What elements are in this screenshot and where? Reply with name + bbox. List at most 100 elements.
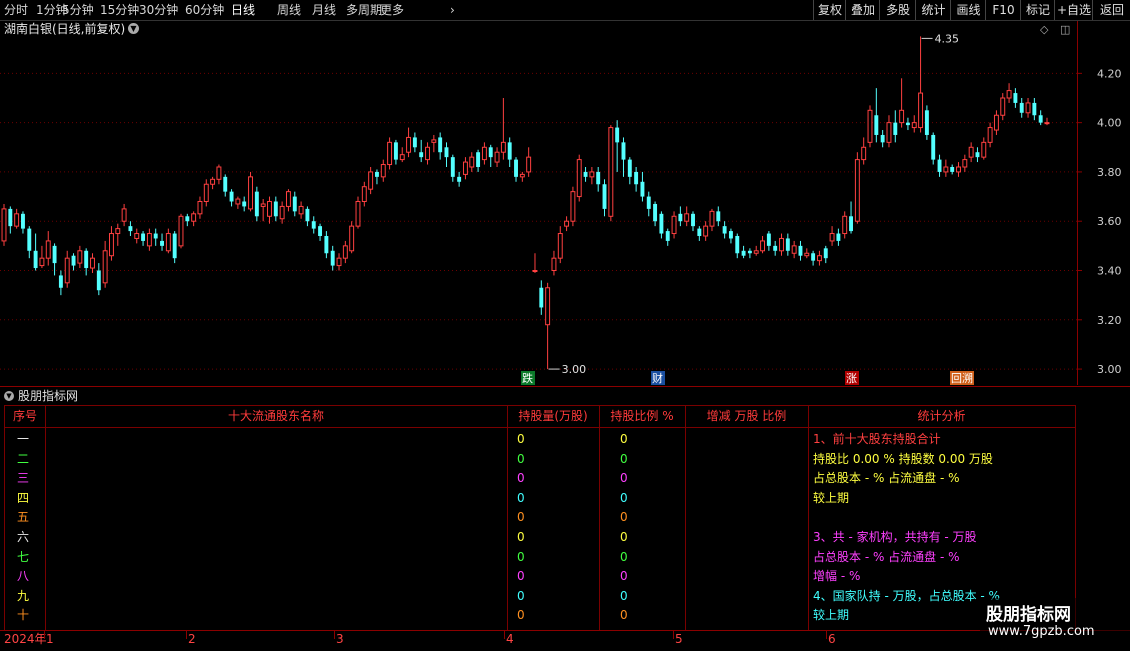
candle-body[interactable]: [185, 216, 190, 222]
candle-body[interactable]: [570, 191, 576, 222]
candle-body[interactable]: [178, 215, 184, 247]
period-tab-7[interactable]: 周线: [277, 2, 301, 18]
candle-body[interactable]: [102, 250, 108, 284]
candle-body[interactable]: [950, 167, 955, 172]
candle-body[interactable]: [854, 159, 860, 222]
candle-body[interactable]: [634, 171, 639, 185]
period-tab-0[interactable]: 分时: [4, 2, 28, 18]
candle-body[interactable]: [368, 171, 374, 190]
candle-body[interactable]: [576, 159, 582, 198]
candle-body[interactable]: [45, 240, 51, 259]
toolbar-button-2[interactable]: 多股: [879, 0, 916, 20]
candle-body[interactable]: [615, 127, 620, 143]
candle-body[interactable]: [880, 134, 885, 143]
candle-body[interactable]: [279, 205, 285, 220]
candle-body[interactable]: [1, 208, 7, 242]
candle-body[interactable]: [811, 253, 816, 261]
candle-body[interactable]: [342, 245, 348, 259]
candle-body[interactable]: [355, 201, 361, 227]
candle-body[interactable]: [146, 233, 152, 247]
candle-body[interactable]: [911, 122, 917, 129]
candle-body[interactable]: [507, 142, 512, 160]
indicator-name[interactable]: 股朋指标网: [18, 388, 78, 404]
toolbar-button-0[interactable]: 复权: [813, 0, 846, 20]
candle-body[interactable]: [842, 215, 848, 235]
candle-body[interactable]: [779, 237, 784, 252]
candle-body[interactable]: [197, 201, 203, 215]
chevron-down-icon[interactable]: ▼: [4, 391, 14, 401]
candle-body[interactable]: [160, 240, 164, 246]
candle-body[interactable]: [627, 159, 632, 177]
candle-body[interactable]: [84, 250, 89, 269]
candle-body[interactable]: [1044, 122, 1050, 125]
candle-body[interactable]: [172, 233, 177, 259]
candle-body[interactable]: [488, 147, 493, 158]
candle-body[interactable]: [494, 151, 500, 163]
candle-body[interactable]: [469, 156, 475, 168]
candle-body[interactable]: [216, 166, 222, 180]
candle-body[interactable]: [374, 171, 379, 177]
column-header-4[interactable]: 增减 万股 比例: [685, 406, 808, 426]
candle-body[interactable]: [165, 233, 171, 252]
candle-body[interactable]: [665, 231, 670, 241]
candle-body[interactable]: [406, 136, 412, 153]
candle-body[interactable]: [931, 134, 936, 160]
candle-body[interactable]: [27, 228, 32, 251]
candle-body[interactable]: [425, 146, 430, 161]
candle-body[interactable]: [583, 171, 588, 177]
period-tab-8[interactable]: 月线: [312, 2, 336, 18]
candle-body[interactable]: [438, 137, 443, 153]
candle-body[interactable]: [684, 213, 690, 222]
candle-body[interactable]: [747, 250, 752, 254]
candle-body[interactable]: [766, 233, 771, 246]
period-tab-10[interactable]: 更多: [380, 2, 404, 18]
candle-body[interactable]: [709, 210, 715, 227]
toolbar-button-1[interactable]: 叠加: [845, 0, 880, 20]
candle-body[interactable]: [773, 245, 778, 251]
candle-body[interactable]: [716, 211, 721, 222]
toolbar-button-7[interactable]: +自选: [1054, 0, 1093, 20]
event-marker-2[interactable]: 涨: [846, 372, 857, 385]
candle-body[interactable]: [336, 257, 342, 267]
candle-body[interactable]: [1000, 97, 1006, 116]
candle-body[interactable]: [849, 216, 854, 232]
candle-body[interactable]: [52, 245, 57, 264]
candle-body[interactable]: [14, 213, 20, 227]
candle-body[interactable]: [380, 164, 386, 178]
candle-body[interactable]: [867, 109, 873, 143]
candle-body[interactable]: [653, 203, 658, 222]
candle-body[interactable]: [121, 208, 127, 222]
candle-body[interactable]: [905, 122, 910, 126]
candle-body[interactable]: [444, 147, 449, 158]
candle-body[interactable]: [621, 142, 626, 160]
column-header-2[interactable]: 持股量(万股): [507, 406, 599, 426]
candle-body[interactable]: [39, 257, 45, 267]
candle-body[interactable]: [191, 213, 197, 222]
candle-body[interactable]: [596, 171, 601, 185]
toolbar-button-5[interactable]: F10: [985, 0, 1021, 20]
candle-body[interactable]: [58, 275, 63, 288]
candle-body[interactable]: [886, 122, 892, 143]
candlestick-chart[interactable]: 3.00 3.20 3.40 3.60 3.80 4.00 4.20 4.35 3.00 跌 财 涨 回…: [0, 21, 1130, 386]
candle-body[interactable]: [545, 287, 551, 326]
candle-body[interactable]: [646, 196, 651, 209]
candle-body[interactable]: [8, 208, 13, 227]
candle-body[interactable]: [987, 127, 993, 143]
candle-body[interactable]: [324, 236, 329, 254]
candle-body[interactable]: [235, 198, 241, 205]
event-marker-1[interactable]: 财: [652, 371, 663, 385]
candle-body[interactable]: [899, 109, 905, 124]
candle-body[interactable]: [836, 233, 841, 241]
candle-body[interactable]: [393, 142, 398, 160]
candle-body[interactable]: [399, 154, 405, 161]
column-header-3[interactable]: 持股比例 %: [599, 406, 685, 426]
candle-body[interactable]: [273, 201, 278, 217]
candle-body[interactable]: [804, 252, 810, 257]
candle-body[interactable]: [134, 233, 140, 239]
candle-body[interactable]: [431, 139, 437, 143]
candle-body[interactable]: [1038, 115, 1043, 123]
column-header-5[interactable]: 统计分析: [808, 406, 1075, 426]
candle-body[interactable]: [968, 146, 974, 158]
candle-body[interactable]: [318, 226, 323, 236]
candle-body[interactable]: [551, 257, 557, 272]
